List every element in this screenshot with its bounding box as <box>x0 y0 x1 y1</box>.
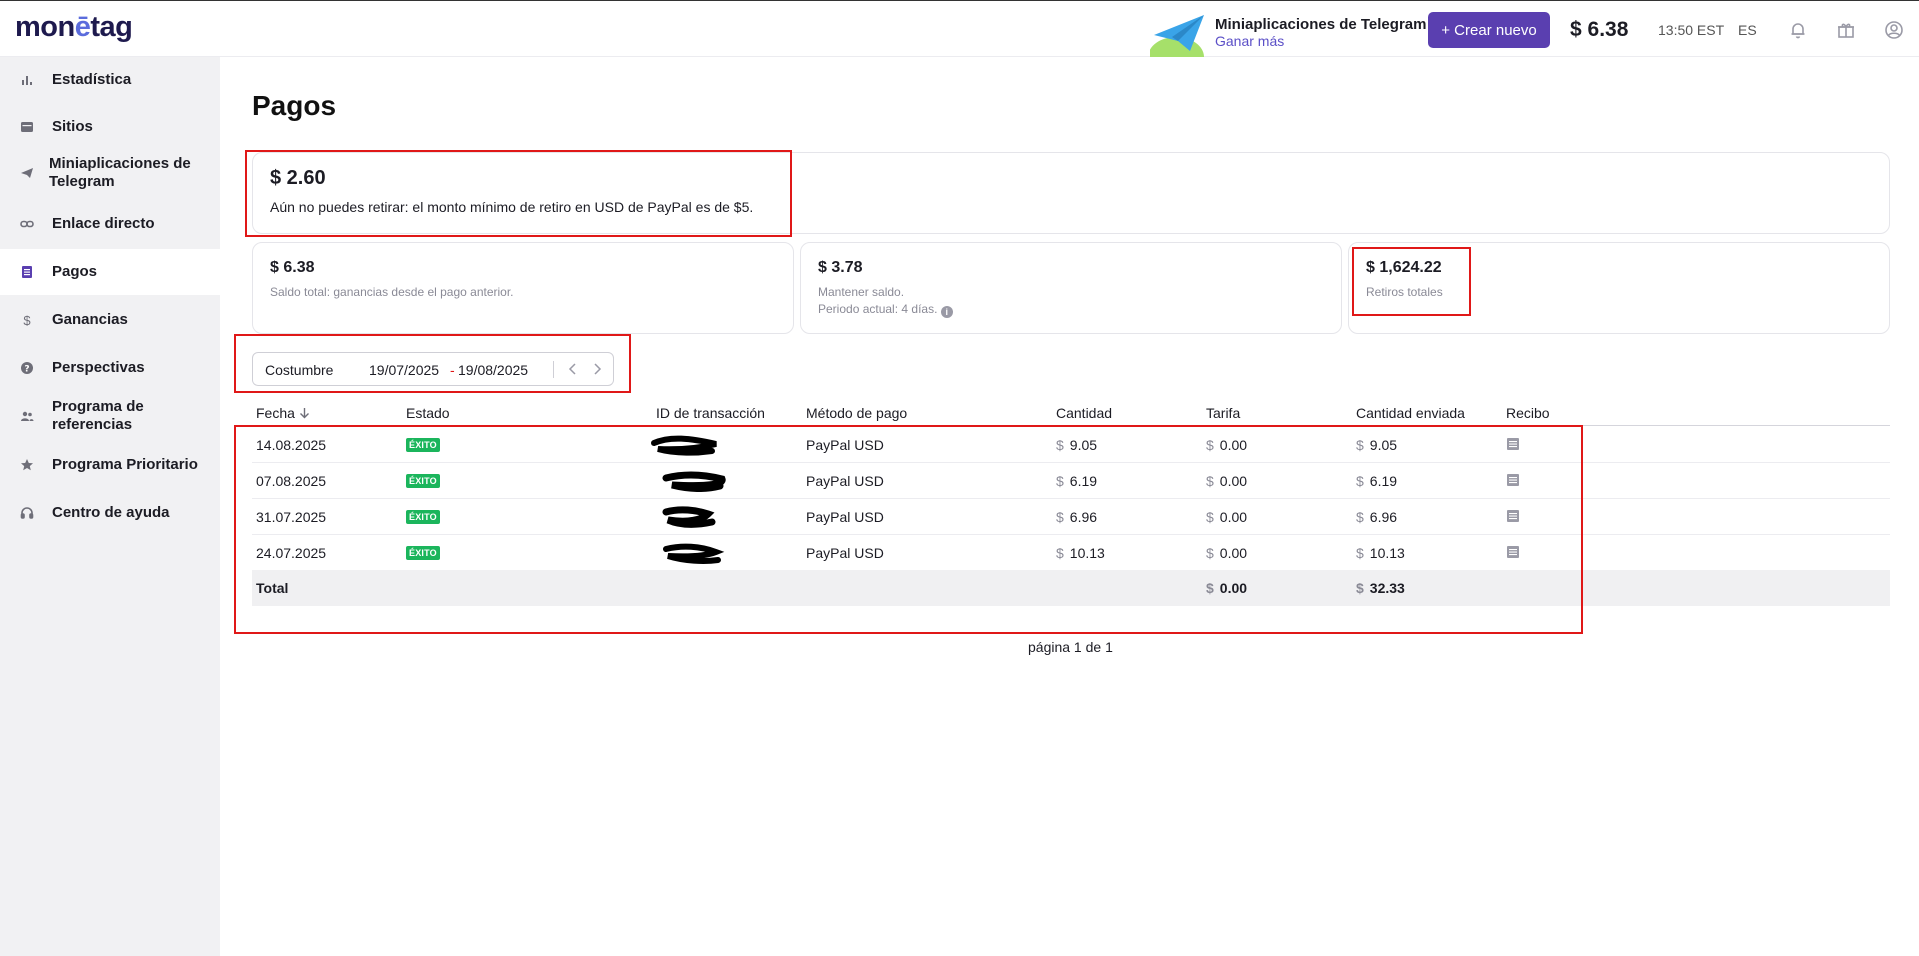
sidebar-item-perspectivas[interactable]: ? Perspectivas <box>0 345 220 391</box>
dollar-icon: $ <box>23 312 31 328</box>
gift-icon[interactable] <box>1836 20 1856 40</box>
pagination-info: página 1 de 1 <box>1028 639 1113 655</box>
telegram-plane-icon <box>1150 15 1204 57</box>
sidebar-item-ayuda[interactable]: Centro de ayuda <box>0 490 220 536</box>
sidebar-item-estadistica[interactable]: Estadística <box>0 57 220 103</box>
sidebar-item-label: Ganancias <box>52 311 128 328</box>
users-icon <box>20 409 34 423</box>
sidebar-item-label: Pagos <box>52 263 98 280</box>
monetag-logo[interactable]: monētag <box>15 11 133 44</box>
payments-icon <box>20 265 34 279</box>
column-header-status: Estado <box>406 405 450 421</box>
table-header: Fecha Estado ID de transacción Método de… <box>252 400 1890 426</box>
sidebar-item-sitios[interactable]: Sitios <box>0 104 220 150</box>
hold-period-text: Periodo actual: 4 días. <box>818 302 938 316</box>
language-selector[interactable]: ES <box>1738 22 1757 38</box>
column-header-transaction-id: ID de transacción <box>656 405 765 421</box>
column-header-receipt: Recibo <box>1506 405 1550 421</box>
create-new-button[interactable]: + Crear nuevo <box>1428 12 1550 48</box>
sidebar: Estadística Sitios Miniaplicaciones de T… <box>0 57 220 956</box>
column-header-sent: Cantidad enviada <box>1356 405 1465 421</box>
hold-balance-amount: $ 3.78 <box>818 259 863 276</box>
highlight-box <box>1352 247 1471 316</box>
hold-balance-card: $ 3.78 Mantener saldo. Periodo actual: 4… <box>800 242 1342 334</box>
column-header-amount: Cantidad <box>1056 405 1113 421</box>
star-icon <box>20 458 34 472</box>
total-balance-card: $ 6.38 Saldo total: ganancias desde el p… <box>252 242 794 334</box>
sidebar-item-telegram[interactable]: Miniaplicaciones de Telegram <box>0 150 220 196</box>
main-content: Pagos $ 2.60 Aún no puedes retirar: el m… <box>220 57 1919 956</box>
total-balance-amount: $ 6.38 <box>270 259 315 276</box>
sidebar-item-label: Centro de ayuda <box>52 504 170 521</box>
sidebar-item-prioritario[interactable]: Programa Prioritario <box>0 442 220 488</box>
earn-more-link[interactable]: Ganar más <box>1215 33 1284 49</box>
sidebar-item-pagos[interactable]: Pagos <box>0 249 220 295</box>
header-time: 13:50 EST <box>1658 22 1725 38</box>
arrow-down-icon <box>299 408 309 419</box>
question-icon: ? <box>20 361 34 375</box>
sidebar-item-enlace-directo[interactable]: Enlace directo <box>0 201 220 247</box>
sidebar-item-label: Programa de referencias <box>52 398 144 433</box>
telegram-promo[interactable]: Miniaplicaciones de Telegram Ganar más <box>1150 9 1426 57</box>
bell-icon[interactable] <box>1788 20 1808 40</box>
user-icon[interactable] <box>1884 20 1904 40</box>
header-balance: $ 6.38 <box>1570 18 1629 41</box>
link-icon <box>20 217 34 231</box>
chart-icon <box>20 73 34 87</box>
column-header-date[interactable]: Fecha <box>256 405 310 421</box>
sidebar-item-label: Estadística <box>52 71 132 88</box>
column-header-method: Método de pago <box>806 405 908 421</box>
telegram-promo-title: Miniaplicaciones de Telegram <box>1215 16 1427 33</box>
highlight-box <box>234 425 1583 634</box>
sidebar-item-label: Miniaplicaciones de Telegram <box>49 155 191 190</box>
column-header-fee: Tarifa <box>1206 405 1241 421</box>
sidebar-item-referencias[interactable]: Programa de referencias <box>0 393 220 439</box>
top-header: monētag Miniaplicaciones de Telegram Gan… <box>0 0 1919 57</box>
total-balance-label: Saldo total: ganancias desde el pago ant… <box>270 285 514 299</box>
sidebar-item-label: Programa Prioritario <box>52 456 198 473</box>
hold-balance-label: Mantener saldo. Periodo actual: 4 días. … <box>818 284 953 318</box>
sidebar-item-ganancias[interactable]: $ Ganancias <box>0 297 220 343</box>
svg-text:?: ? <box>24 365 29 375</box>
headset-icon <box>20 506 34 520</box>
info-icon[interactable]: i <box>940 306 953 318</box>
page-title: Pagos <box>252 90 337 121</box>
highlight-box <box>234 334 631 393</box>
sites-icon <box>20 120 34 134</box>
sidebar-item-label: Enlace directo <box>52 215 155 232</box>
telegram-icon <box>20 166 34 180</box>
sidebar-item-label: Sitios <box>52 118 93 135</box>
highlight-box <box>245 150 792 237</box>
sidebar-item-label: Perspectivas <box>52 359 145 376</box>
